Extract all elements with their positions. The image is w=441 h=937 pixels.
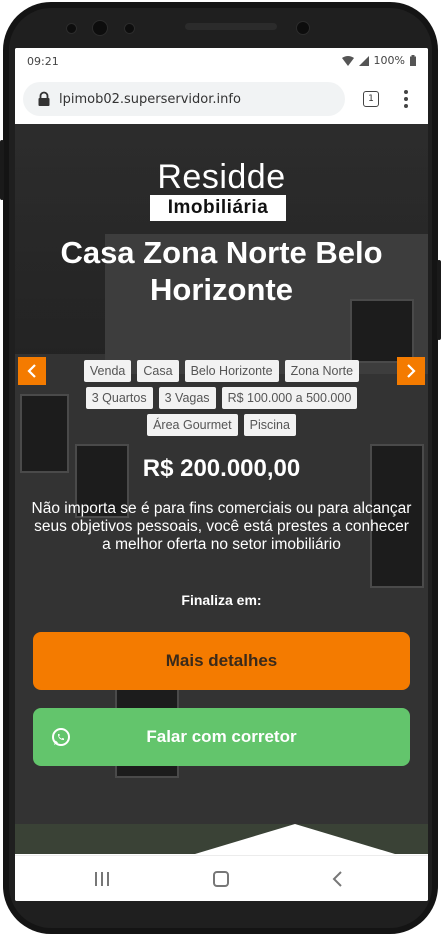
status-icons: 100% xyxy=(341,54,416,67)
details-button-label: Mais detalhes xyxy=(165,651,278,670)
listing-description: Não importa se é para fins comerciais ou… xyxy=(31,500,412,553)
power-button xyxy=(437,260,441,340)
next-arrow-button[interactable] xyxy=(397,357,425,385)
browser-toolbar: lpimob02.superservidor.info 1 xyxy=(15,74,428,125)
battery-icon xyxy=(410,55,416,66)
tag[interactable]: Zona Norte xyxy=(284,360,360,382)
whatsapp-contact-button[interactable]: Falar com corretor xyxy=(33,708,410,766)
tag[interactable]: Casa xyxy=(137,360,179,382)
address-bar[interactable]: lpimob02.superservidor.info xyxy=(23,82,345,116)
whatsapp-icon xyxy=(52,728,70,746)
url-text: lpimob02.superservidor.info xyxy=(59,91,241,107)
battery-percent: 100% xyxy=(373,54,405,67)
chevron-right-icon xyxy=(407,364,416,378)
whatsapp-button-label: Falar com corretor xyxy=(146,727,297,746)
wifi-icon xyxy=(341,55,354,66)
home-icon[interactable] xyxy=(210,868,232,890)
more-menu-icon[interactable] xyxy=(403,89,409,109)
volume-button xyxy=(0,140,4,200)
sensor-icon xyxy=(124,23,135,34)
earpiece-speaker xyxy=(185,23,277,30)
hero-section: Residde Imobiliária Casa Zona Norte Belo… xyxy=(15,124,428,854)
countdown-label: Finaliza em: xyxy=(181,592,262,608)
tag[interactable]: R$ 100.000 a 500.000 xyxy=(221,387,358,409)
chevron-left-icon xyxy=(27,364,36,378)
recent-apps-icon[interactable] xyxy=(91,868,113,890)
listing-price: R$ 200.000,00 xyxy=(142,455,301,482)
brand-logo-name: Residde xyxy=(157,158,286,196)
camera-icon xyxy=(296,21,310,35)
tag[interactable]: Venda xyxy=(83,360,132,382)
phone-screen: 09:21 100% lpimob02.superservidor.info 1 xyxy=(15,48,428,901)
tag[interactable]: 3 Vagas xyxy=(158,387,216,409)
status-time: 09:21 xyxy=(27,55,59,68)
back-icon[interactable] xyxy=(327,868,349,890)
details-button[interactable]: Mais detalhes xyxy=(33,632,410,690)
brand-logo-subtitle: Imobiliária xyxy=(150,195,286,221)
lock-icon xyxy=(38,91,50,106)
background-window xyxy=(350,299,414,363)
tag[interactable]: Área Gourmet xyxy=(147,414,238,436)
status-bar: 09:21 100% xyxy=(15,48,428,74)
front-camera-icon xyxy=(92,20,108,36)
listing-title: Casa Zona Norte Belo Horizonte xyxy=(60,235,383,307)
tag-list: Venda Casa Belo Horizonte Zona Norte 3 Q… xyxy=(59,360,384,436)
prev-arrow-button[interactable] xyxy=(18,357,46,385)
tag[interactable]: Piscina xyxy=(243,414,296,436)
tag[interactable]: 3 Quartos xyxy=(85,387,153,409)
section-divider-arrow xyxy=(195,824,395,854)
sensor-icon xyxy=(66,23,77,34)
tab-switcher-button[interactable]: 1 xyxy=(363,91,379,107)
tag[interactable]: Belo Horizonte xyxy=(184,360,279,382)
signal-icon xyxy=(358,55,369,66)
android-nav-bar xyxy=(15,855,428,901)
